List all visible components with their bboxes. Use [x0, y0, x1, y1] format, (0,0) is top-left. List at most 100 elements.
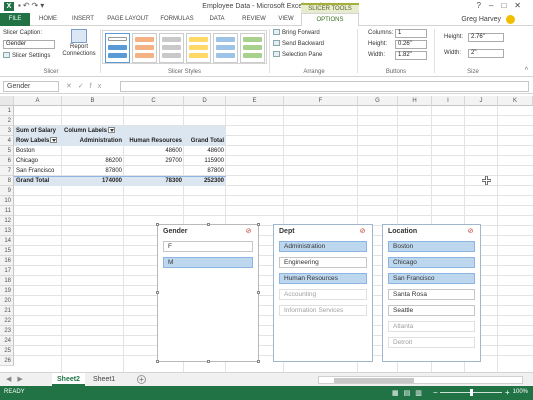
pivot-row-label[interactable]: Boston — [14, 146, 62, 156]
sheet-nav-arrows[interactable]: ◀▶ — [6, 375, 29, 383]
pivot-value-cell[interactable]: 87800 — [184, 166, 226, 176]
slicer-item-human-resources[interactable]: Human Resources — [279, 273, 367, 284]
normal-view-icon[interactable]: ▦ — [392, 390, 404, 397]
location-slicer[interactable]: Location ⊘ Boston Chicago San Francisco … — [382, 224, 481, 362]
tab-insert[interactable]: INSERT — [68, 13, 98, 26]
sheet-tab-sheet1[interactable]: Sheet1 — [88, 373, 120, 386]
slicer-item-accounting[interactable]: Accounting — [279, 289, 367, 300]
slicer-width-input[interactable]: 2" — [468, 49, 504, 58]
column-header[interactable]: G — [358, 96, 398, 106]
row-header[interactable]: 22 — [0, 316, 14, 326]
row-header[interactable]: 25 — [0, 346, 14, 356]
add-sheet-icon[interactable]: + — [137, 375, 146, 384]
row-header[interactable]: 11 — [0, 206, 14, 216]
button-height-input[interactable]: 0.26" — [395, 40, 427, 49]
row-header[interactable]: 16 — [0, 256, 14, 266]
column-header[interactable]: I — [432, 96, 465, 106]
row-header[interactable]: 18 — [0, 276, 14, 286]
column-header[interactable]: C — [124, 96, 184, 106]
enter-icon[interactable]: ✓ — [78, 83, 90, 90]
resize-handle[interactable] — [257, 360, 260, 363]
slicer-style-swatch[interactable] — [240, 33, 265, 63]
gender-slicer[interactable]: Gender ⊘ F M — [156, 223, 260, 363]
page-break-view-icon[interactable]: ▥ — [415, 390, 427, 397]
clear-filter-icon[interactable]: ⊘ — [466, 228, 475, 236]
row-header[interactable]: 1 — [0, 106, 14, 116]
slicer-style-swatch[interactable] — [186, 33, 211, 63]
slicer-style-swatch[interactable] — [213, 33, 238, 63]
tab-review[interactable]: REVIEW — [238, 13, 270, 26]
resize-handle[interactable] — [207, 360, 210, 363]
slicer-item-detroit[interactable]: Detroit — [388, 337, 475, 348]
slicer-item-administration[interactable]: Administration — [279, 241, 367, 252]
name-box[interactable]: Gender — [3, 81, 59, 92]
slicer-style-swatch[interactable] — [105, 33, 130, 63]
slicer-settings-button[interactable]: Slicer Settings — [3, 52, 50, 61]
column-header[interactable]: D — [184, 96, 226, 106]
slicer-style-swatch[interactable] — [159, 33, 184, 63]
pivot-value-cell[interactable]: 48600 — [184, 146, 226, 156]
row-header[interactable]: 9 — [0, 186, 14, 196]
row-header[interactable]: 6 — [0, 156, 14, 166]
column-header[interactable]: E — [226, 96, 284, 106]
tab-home[interactable]: HOME — [34, 13, 62, 26]
tab-file[interactable]: FILE — [0, 13, 30, 26]
formula-input[interactable] — [120, 81, 529, 92]
insert-function-icon[interactable]: fx — [90, 83, 107, 90]
resize-handle[interactable] — [257, 291, 260, 294]
view-buttons[interactable]: ▦▤▥ — [392, 389, 427, 397]
selection-pane-button[interactable]: Selection Pane — [273, 51, 322, 60]
slicer-item-seattle[interactable]: Seattle — [388, 305, 475, 316]
row-filter-icon[interactable] — [50, 137, 58, 144]
row-header[interactable]: 12 — [0, 216, 14, 226]
help-icon[interactable]: ? — [477, 1, 489, 10]
page-layout-view-icon[interactable]: ▤ — [404, 390, 416, 397]
column-header[interactable]: H — [398, 96, 432, 106]
restore-icon[interactable]: □ — [501, 1, 514, 10]
tab-page-layout[interactable]: PAGE LAYOUT — [104, 13, 152, 26]
column-header[interactable]: J — [465, 96, 498, 106]
resize-handle[interactable] — [257, 223, 260, 226]
dept-slicer[interactable]: Dept ⊘ Administration Engineering Human … — [273, 224, 373, 362]
next-sheet-icon[interactable]: ▶ — [17, 376, 28, 383]
slicer-style-swatch[interactable] — [132, 33, 157, 63]
slicer-styles-gallery[interactable] — [102, 30, 267, 64]
row-header[interactable]: 8 — [0, 176, 14, 186]
slicer-item-atlanta[interactable]: Atlanta — [388, 321, 475, 332]
row-header[interactable]: 2 — [0, 116, 14, 126]
column-filter-icon[interactable] — [108, 127, 116, 134]
column-header[interactable]: F — [284, 96, 358, 106]
pivot-value-cell[interactable]: 48600 — [124, 146, 184, 156]
columns-input[interactable]: 1 — [395, 29, 427, 38]
sheet-tab-sheet2[interactable]: Sheet2 — [52, 373, 85, 386]
send-backward-button[interactable]: Send Backward — [273, 40, 324, 49]
slicer-height-input[interactable]: 2.76" — [468, 33, 504, 42]
tab-data[interactable]: DATA — [204, 13, 230, 26]
row-header[interactable]: 5 — [0, 146, 14, 156]
zoom-level[interactable]: 100% — [513, 389, 528, 395]
pivot-row-label[interactable]: San Francisco — [14, 166, 62, 176]
resize-handle[interactable] — [156, 291, 159, 294]
column-header[interactable]: A — [14, 96, 62, 106]
pivot-grand-total-cell[interactable]: 252300 — [184, 176, 226, 186]
user-name[interactable]: Greg Harvey — [461, 14, 501, 26]
pivot-value-cell[interactable]: 29700 — [124, 156, 184, 166]
clear-filter-icon[interactable]: ⊘ — [358, 228, 367, 236]
row-header[interactable]: 21 — [0, 306, 14, 316]
row-header[interactable]: 20 — [0, 296, 14, 306]
horizontal-scrollbar[interactable] — [318, 376, 523, 384]
pivot-value-cell[interactable]: 86200 — [62, 156, 124, 166]
zoom-out-icon[interactable]: − — [433, 388, 438, 397]
avatar[interactable] — [506, 15, 515, 24]
pivot-grand-total-label[interactable]: Grand Total — [14, 176, 62, 186]
tab-formulas[interactable]: FORMULAS — [158, 13, 196, 26]
tab-view[interactable]: VIEW — [274, 13, 298, 26]
pivot-header-cell[interactable]: Administration — [62, 136, 124, 146]
collapse-ribbon-icon[interactable]: ^ — [525, 67, 528, 74]
button-width-input[interactable]: 1.82" — [395, 51, 427, 60]
pivot-value-label[interactable]: Sum of Salary — [14, 126, 62, 136]
tab-options[interactable]: OPTIONS — [301, 13, 359, 27]
pivot-value-cell[interactable] — [62, 146, 124, 156]
zoom-slider-thumb[interactable] — [470, 389, 473, 396]
minimize-icon[interactable]: – — [489, 1, 501, 10]
